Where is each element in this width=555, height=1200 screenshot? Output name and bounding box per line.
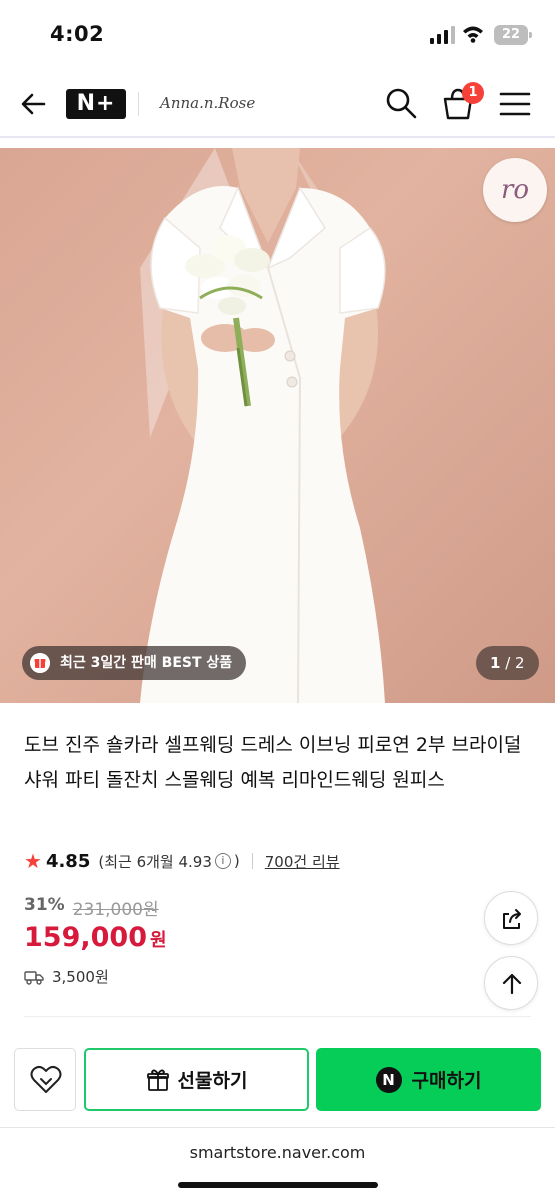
browser-url[interactable]: smartstore.naver.com	[0, 1143, 555, 1162]
gift-button[interactable]: 선물하기	[84, 1048, 309, 1111]
store-name[interactable]: Anna.n.Rose	[160, 94, 255, 112]
header-divider	[138, 92, 139, 116]
hamburger-menu-icon[interactable]	[498, 88, 532, 120]
cart-count-badge: 1	[462, 82, 484, 104]
home-indicator	[178, 1182, 378, 1188]
review-count-link[interactable]: 700건 리뷰	[265, 851, 340, 872]
gift-button-label: 선물하기	[177, 1070, 248, 1092]
top-nav: N+ Anna.n.Rose 1	[0, 70, 555, 138]
recent-rating-close: )	[233, 852, 240, 870]
share-button[interactable]	[484, 891, 538, 945]
wifi-icon	[463, 26, 483, 43]
image-counter-total: / 2	[505, 654, 525, 672]
rating-divider	[251, 853, 253, 869]
battery-icon: 22	[494, 25, 532, 45]
delivery-truck-icon	[24, 970, 44, 985]
image-counter-current: 1	[490, 654, 501, 672]
shipping-fee-value: 3,500원	[52, 968, 109, 986]
search-icon[interactable]	[384, 86, 418, 120]
product-image-carousel[interactable]: ro 최근 3일간 판매 BEST 상품 1 / 2	[0, 148, 555, 703]
naver-pay-icon: N	[375, 1066, 402, 1093]
status-bar: 4:02 22	[0, 0, 555, 70]
rating-score: 4.85	[45, 850, 91, 872]
sale-price-value: 159,000	[24, 922, 147, 953]
product-title: 도브 진주 숄카라 셀프웨딩 드레스 이브닝 피로연 2부 브라이덜샤워 파티 …	[24, 734, 522, 791]
scroll-top-button[interactable]	[484, 956, 538, 1010]
naver-plus-logo[interactable]: N+	[66, 89, 126, 119]
share-icon	[503, 909, 521, 929]
product-photo	[140, 148, 386, 703]
sale-price: 159,000 원	[24, 922, 167, 953]
star-icon: ★	[24, 849, 42, 873]
arrow-up-icon	[502, 973, 522, 995]
info-icon[interactable]: i	[214, 853, 231, 869]
section-divider	[24, 1016, 531, 1017]
best-seller-tag: 최근 3일간 판매 BEST 상품	[22, 646, 247, 680]
discount-row: 31% 231,000원	[24, 895, 159, 920]
image-counter: 1 / 2	[476, 646, 539, 680]
shipping-fee: 3,500원	[24, 966, 109, 987]
rating-row: ★ 4.85 (최근 6개월 4.93 i ) 700건 리뷰	[24, 848, 340, 874]
discount-percent: 31%	[24, 895, 65, 915]
original-price: 231,000원	[72, 900, 159, 920]
best-tag-label: 최근 3일간 판매 BEST 상품	[60, 655, 233, 671]
wishlist-button[interactable]	[14, 1048, 76, 1111]
buy-button-label: 구매하기	[411, 1070, 482, 1092]
recent-rating: (최근 6개월 4.93	[98, 852, 212, 871]
brand-logo-badge: ro	[483, 158, 547, 222]
price-unit: 원	[149, 930, 167, 951]
status-time: 4:02	[50, 22, 105, 46]
gift-box-icon	[30, 653, 50, 673]
back-arrow-icon[interactable]	[18, 88, 50, 120]
buy-button[interactable]: N 구매하기	[316, 1048, 541, 1111]
heart-icon	[30, 1065, 62, 1093]
cellular-signal-icon	[430, 26, 455, 44]
gift-icon	[146, 1069, 169, 1091]
browser-bar-divider	[0, 1127, 555, 1128]
